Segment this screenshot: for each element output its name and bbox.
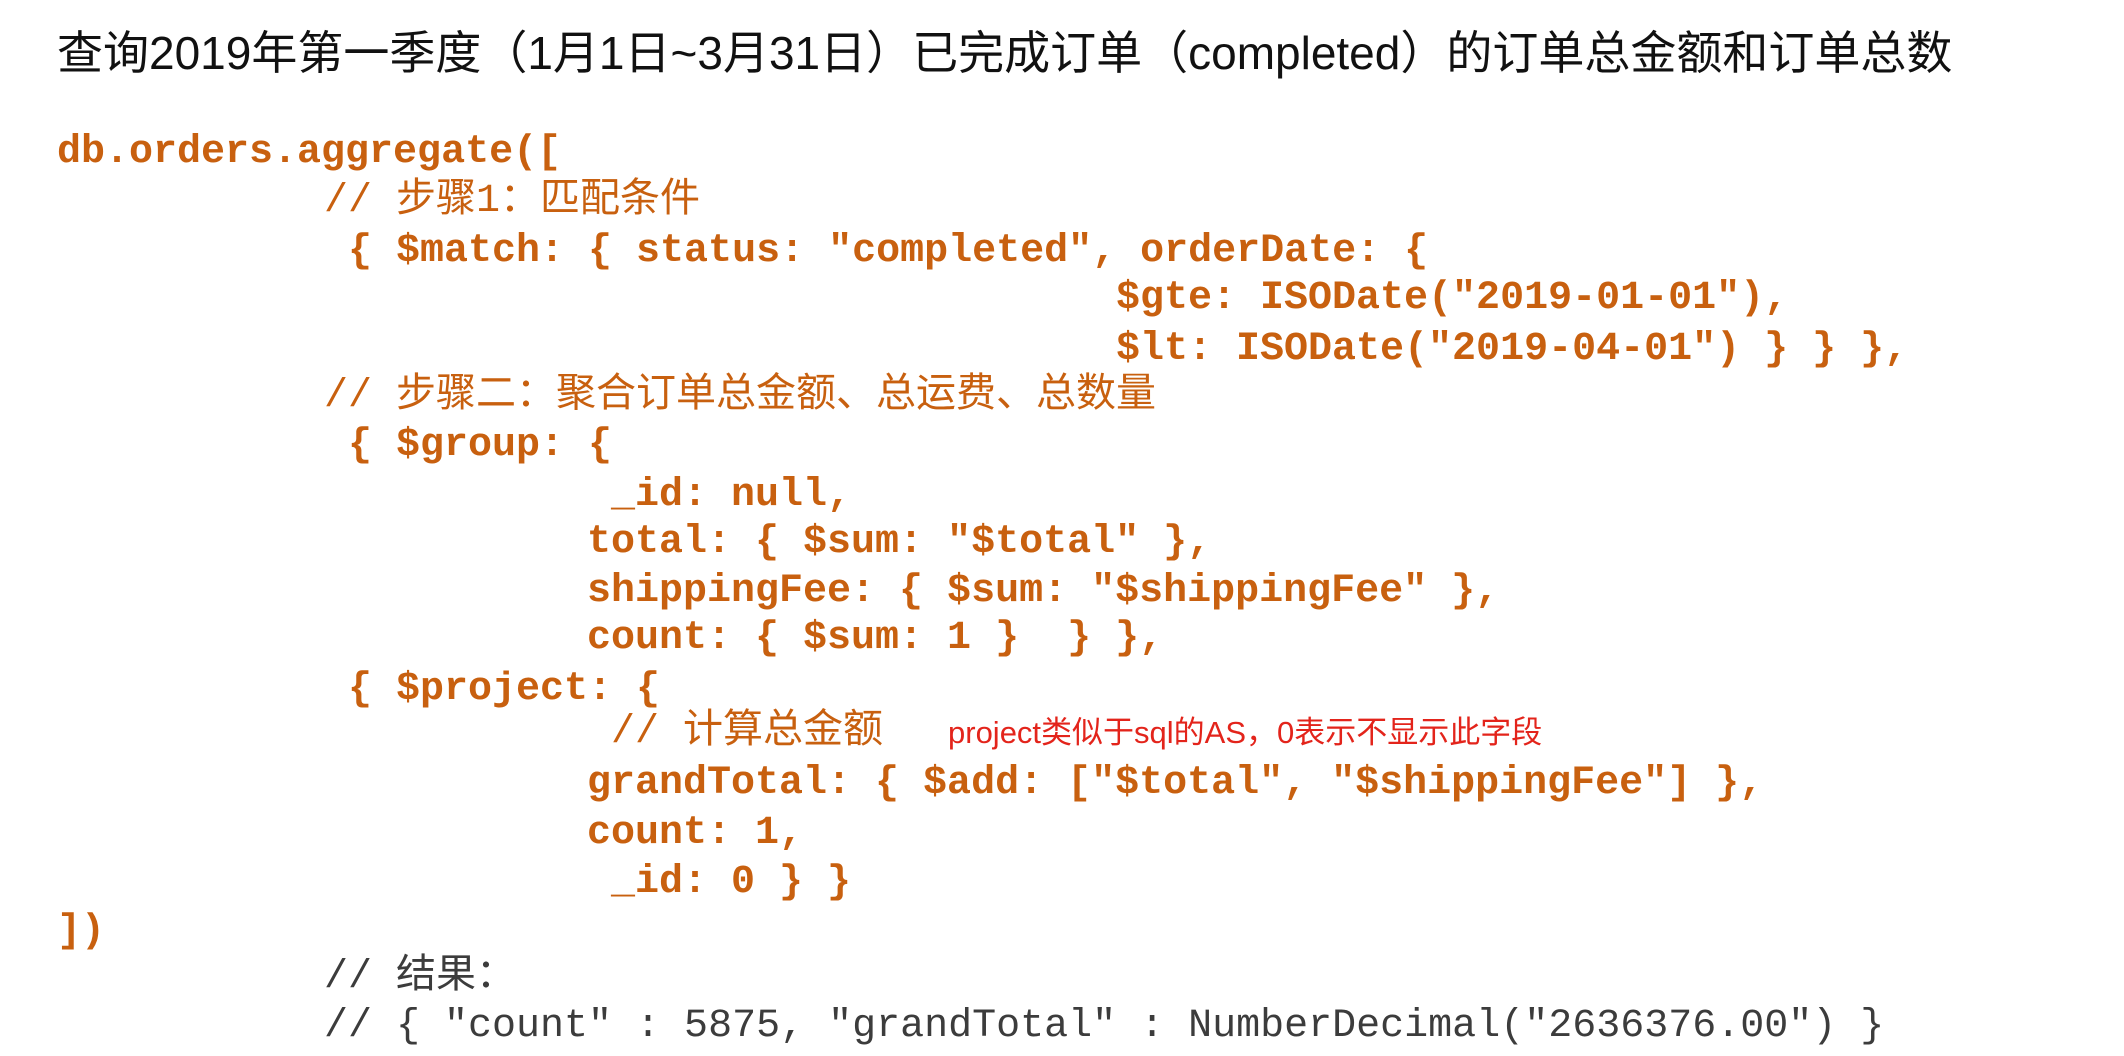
code-line-aggregate-close: ]) <box>57 909 106 954</box>
result-value: // { "count" : 5875, "grandTotal" : Numb… <box>324 1004 1885 1049</box>
code-line-group-id: _id: null, <box>611 473 852 518</box>
code-line-project-open: { $project: { <box>348 667 661 712</box>
result-label: // 结果： <box>324 955 517 1000</box>
code-line-group-total: total: { $sum: "$total" }, <box>587 520 1212 565</box>
code-line-aggregate-open: db.orders.aggregate([ <box>57 130 562 175</box>
code-comment-step2: // 步骤二：聚合订单总金额、总运费、总数量 <box>324 374 1157 419</box>
code-line-group-open: { $group: { <box>348 423 613 468</box>
code-line-match-lt: $lt: ISODate("2019-04-01") } } }, <box>1116 327 1909 372</box>
code-line-project-grand-total: grandTotal: { $add: ["$total", "$shippin… <box>587 761 1764 806</box>
slide: 查询2019年第一季度（1月1日~3月31日）已完成订单（completed）的… <box>0 0 2124 1056</box>
code-line-project-id: _id: 0 } } <box>611 860 852 905</box>
code-line-group-shipping: shippingFee: { $sum: "$shippingFee" }, <box>587 569 1500 614</box>
code-comment-project: // 计算总金额 <box>611 710 884 755</box>
code-comment-step1: // 步骤1：匹配条件 <box>324 179 701 224</box>
code-line-group-count: count: { $sum: 1 } } }, <box>587 616 1164 661</box>
slide-title: 查询2019年第一季度（1月1日~3月31日）已完成订单（completed）的… <box>57 27 1953 79</box>
code-line-match: { $match: { status: "completed", orderDa… <box>348 229 1429 274</box>
code-line-match-gte: $gte: ISODate("2019-01-01"), <box>1116 276 1789 321</box>
annotation-note: project类似于sql的AS，0表示不显示此字段 <box>948 715 1543 750</box>
code-line-project-count: count: 1, <box>587 811 804 856</box>
